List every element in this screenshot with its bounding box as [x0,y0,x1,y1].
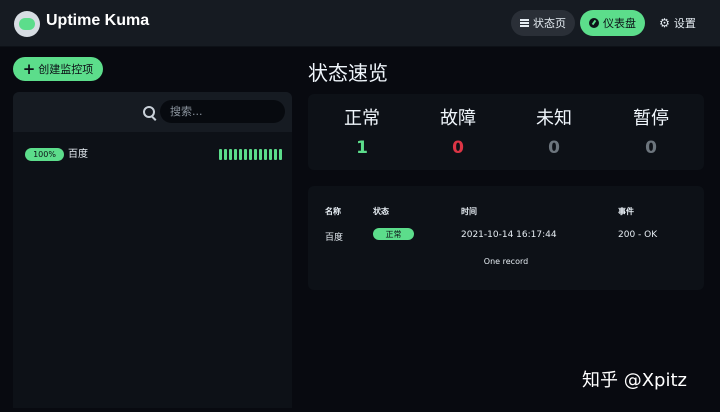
stat-value: 0 [645,138,657,158]
quick-stats-panel: 正常 1 故障 0 未知 0 暂停 0 [308,94,704,170]
top-navbar: Uptime Kuma 状态页 仪表盘 ⚙ 设置 [0,0,720,47]
stat-value: 1 [356,138,368,158]
event-monitor-name[interactable]: 百度 [325,230,343,243]
dashboard-button[interactable]: 仪表盘 [580,10,645,36]
stat-label: 暂停 [633,108,669,129]
dashboard-label: 仪表盘 [603,17,636,30]
gear-icon: ⚙ [659,16,670,30]
search-input[interactable] [160,100,285,123]
quick-stats-title: 状态速览 [308,61,388,85]
heartbeat-tick [254,149,257,160]
heartbeat-tick [259,149,262,160]
settings-label: 设置 [673,17,696,30]
column-header-time: 时间 [461,207,477,216]
settings-button[interactable]: ⚙ 设置 [655,10,700,36]
uptime-kuma-logo-icon[interactable] [14,11,40,37]
stat-value: 0 [452,138,464,158]
heartbeat-tick [274,149,277,160]
create-monitor-label: 创建监控项 [38,63,94,76]
heartbeat-tick [269,149,272,160]
create-monitor-button[interactable]: + 创建监控项 [13,57,103,81]
watermark: 知乎 @Xpitz [582,370,687,391]
heartbeat-tick [219,149,222,160]
event-status-badge: 正常 [373,228,414,240]
events-table: 名称 状态 时间 事件 百度 正常 2021-10-14 16:17:44 20… [308,186,704,290]
column-header-name: 名称 [325,207,341,216]
heartbeat-tick [279,149,282,160]
heartbeat-tick [224,149,227,160]
stat-label: 故障 [440,108,476,129]
stat-paused: 暂停 0 [611,104,691,158]
status-page-button[interactable]: 状态页 [511,10,575,36]
heartbeat-tick [229,149,232,160]
stat-value: 0 [548,138,560,158]
heartbeat-tick [264,149,267,160]
event-message: 200 - OK [618,230,658,240]
monitor-list-panel: 100% 百度 [13,92,292,408]
plus-icon: + [22,59,36,78]
heartbeat-bar [219,149,282,160]
uptime-badge: 100% [25,148,64,161]
stat-down: 故障 0 [418,104,498,158]
stat-label: 正常 [344,108,380,129]
event-time: 2021-10-14 16:17:44 [461,230,557,240]
status-page-label: 状态页 [533,17,566,30]
monitor-search-bar [13,92,292,132]
record-count: One record [483,257,529,266]
stat-label: 未知 [536,108,572,129]
column-header-event: 事件 [618,207,634,216]
heartbeat-tick [239,149,242,160]
dashboard-gauge-icon [589,18,599,28]
column-header-status: 状态 [373,207,389,216]
heartbeat-tick [234,149,237,160]
heartbeat-tick [244,149,247,160]
list-icon [520,19,529,27]
app-title[interactable]: Uptime Kuma [46,12,149,30]
monitor-name: 百度 [68,149,88,160]
search-icon [143,106,155,118]
heartbeat-tick [249,149,252,160]
monitor-list-item[interactable]: 100% 百度 [25,148,282,162]
stat-up: 正常 1 [322,104,402,158]
stat-unknown: 未知 0 [514,104,594,158]
